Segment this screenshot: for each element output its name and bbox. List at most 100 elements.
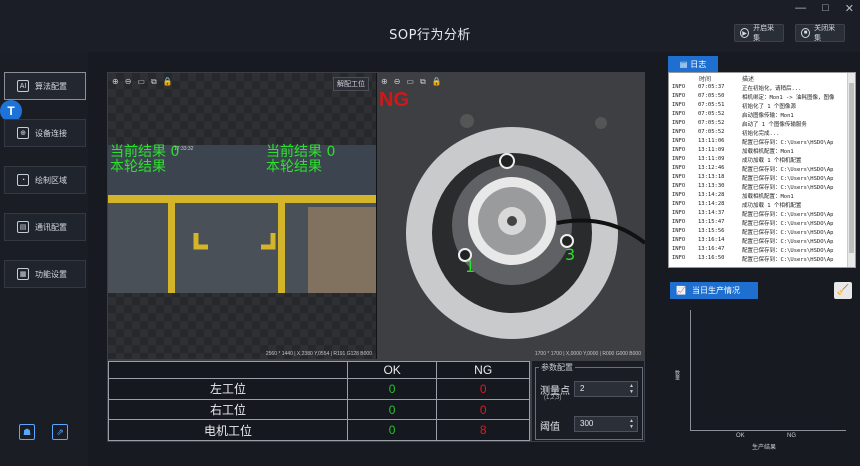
table-row: 左工位 0 0	[108, 378, 530, 400]
left-camera-status: 2560 * 1440 | X,2380 Y,0554 | R191 G128 …	[265, 351, 372, 357]
start-collect-button[interactable]: ▶ 开启采集	[734, 24, 784, 42]
sidebar-item-label: 功能设置	[35, 269, 67, 279]
log-scrollbar[interactable]	[847, 73, 855, 267]
zoom-out-icon[interactable]: ⊖	[125, 77, 132, 87]
table-row: 右工位 0 0	[108, 398, 530, 421]
right-camera-toolbar: ⊕ ⊖ ▭ ⧉ 🔒	[381, 77, 442, 87]
log-row: INFO 13:13:18 配置已保存到：C:\Users\HSDO\Ap	[672, 174, 834, 182]
ok-count: 0	[346, 398, 438, 421]
spin-arrows-icon[interactable]: ▲ ▼	[629, 383, 634, 395]
sidebar-item-algorithm[interactable]: AI 算法配置	[4, 72, 86, 100]
fit-icon[interactable]: ▭	[137, 77, 145, 87]
app-title: SOP行为分析	[389, 28, 471, 43]
grid-icon: ▦	[17, 268, 29, 280]
log-col-time: 时间	[699, 77, 712, 83]
log-row: INFO 07:05:50 相机绑定：Mon1 -> 油耗图像，图像	[672, 93, 835, 101]
zoom-in-icon[interactable]: ⊕	[381, 77, 388, 87]
log-row: INFO 13:16:50 配置已保存到：C:\Users\HSDO\Ap	[672, 255, 834, 263]
station-header	[108, 360, 348, 380]
log-row: INFO 13:15:47 配置已保存到：C:\Users\HSDO\Ap	[672, 219, 834, 227]
sidebar-item-label: 算法配置	[35, 81, 67, 91]
log-row: INFO 13:11:09 成功加载 1 个相机配置	[672, 156, 802, 164]
play-icon: ▶	[740, 28, 750, 38]
param-panel: 参数配置 测量点 (1,2,3) 2 ▲ ▼ 阈值 300 ▲ ▼	[531, 360, 645, 442]
ng-count: 0	[436, 398, 530, 421]
x-tick-ok: OK	[736, 433, 745, 439]
fit-icon[interactable]: ▭	[406, 77, 414, 87]
ok-count: 0	[346, 419, 438, 441]
log-row: INFO 07:05:52 启动了 1 个图像传输服务	[672, 120, 807, 128]
param-title: 参数配置	[539, 362, 575, 373]
x-axis	[690, 430, 846, 431]
sidebar-item-draw[interactable]: ◔ 绘制区域	[4, 166, 86, 194]
measure-point-hint: (1,2,3)	[544, 395, 562, 401]
sidebar-item-label: 绘制区域	[35, 175, 67, 185]
camera-view-right[interactable]: ⊕ ⊖ ▭ ⧉ 🔒 NG 1 3 1700 * 1700 | X,0000 Y,…	[377, 73, 645, 359]
lock-icon[interactable]: 🔒	[432, 77, 442, 87]
log-row: INFO 13:14:37 配置已保存到：C:\Users\HSDO\Ap	[672, 210, 834, 218]
ng-header: NG	[436, 360, 530, 380]
close-button[interactable]: ✕	[845, 2, 854, 15]
user-icon[interactable]: ☗	[19, 424, 35, 440]
unbind-station-button[interactable]: 解配工位	[333, 77, 369, 91]
station-name: 电机工位	[108, 419, 348, 441]
log-row: INFO 13:11:06 配置已保存到：C:\Users\HSDO\Ap	[672, 138, 834, 146]
camera-image-right	[377, 73, 645, 359]
results-table: OK NG 左工位 0 0 右工位 0 0 电机工位 0 8	[107, 360, 531, 442]
log-row: INFO 13:16:14 配置已保存到：C:\Users\HSDO\Ap	[672, 237, 834, 245]
sidebar-item-comm[interactable]: ▤ 通讯配置	[4, 213, 86, 241]
window-controls: — □ ✕	[795, 2, 854, 15]
log-list: INFO 07:05:37 正在初始化，请稍后... INFO 07:05:50 相机绑定…	[672, 84, 844, 264]
stop-collect-button[interactable]: ■ 关闭采集	[795, 24, 845, 42]
log-row: INFO 13:14:28 加载相机配置：Mon1	[672, 192, 794, 200]
threshold-stepper[interactable]: 300 ▲ ▼	[574, 416, 638, 432]
log-row: INFO 07:05:37 正在初始化，请稍后...	[672, 84, 802, 92]
clear-brush-icon[interactable]: 🧹	[834, 282, 852, 299]
table-row: 电机工位 0 8	[108, 419, 530, 441]
ai-icon: AI	[17, 80, 29, 92]
right-overlay-result: 当前结果 0 本轮结果	[266, 144, 336, 175]
x-tick-ng: NG	[787, 433, 796, 439]
log-col-desc: 描述	[742, 77, 755, 83]
maximize-button[interactable]: □	[822, 2, 829, 15]
tab-log[interactable]: ▤ 日志	[668, 56, 718, 72]
draw-icon: ◔	[17, 174, 29, 186]
snapshot-icon[interactable]: ⧉	[151, 77, 157, 87]
zoom-in-icon[interactable]: ⊕	[112, 77, 119, 87]
sidebar-item-label: 设备连接	[35, 128, 67, 138]
sidebar-item-device[interactable]: ⊕ 设备连接	[4, 119, 86, 147]
tab-production[interactable]: 📈 当日生产情况	[670, 282, 758, 299]
y-axis-label: 数量	[674, 370, 680, 380]
production-chart: 数量 OK NG 生产结果	[670, 300, 856, 462]
log-panel: 时间 描述 INFO 07:05:37 正在初始化，请稍后... INFO 07:05:…	[668, 72, 856, 268]
log-row: INFO 13:13:30 配置已保存到：C:\Users\HSDO\Ap	[672, 183, 834, 191]
threshold-label: 阈值	[540, 422, 560, 433]
external-link-icon[interactable]: ⇗	[52, 424, 68, 440]
log-icon: ▤	[679, 59, 688, 69]
snapshot-icon[interactable]: ⧉	[420, 77, 426, 87]
sidebar-item-function[interactable]: ▦ 功能设置	[4, 260, 86, 288]
minimize-button[interactable]: —	[795, 2, 806, 15]
log-row: INFO 07:05:52 初始化完成...	[672, 129, 780, 137]
log-row: INFO 13:14:28 成功加载 1 个相机配置	[672, 201, 802, 209]
log-row: INFO 13:11:09 加载相机配置：Mon1	[672, 147, 794, 155]
station-name: 右工位	[108, 398, 348, 421]
station-name: 左工位	[108, 378, 348, 400]
ng-count: 8	[436, 419, 530, 441]
chart-icon: 📈	[676, 286, 686, 295]
x-axis-label: 生产结果	[752, 445, 777, 451]
y-axis	[690, 310, 691, 430]
ng-indicator: NG	[379, 89, 409, 111]
log-row: INFO 13:12:46 配置已保存到：C:\Users\HSDO\Ap	[672, 165, 834, 173]
marker-left: 1	[465, 257, 476, 276]
lock-icon[interactable]: 🔒	[163, 77, 173, 87]
comm-icon: ▤	[17, 221, 29, 233]
spin-arrows-icon[interactable]: ▲ ▼	[629, 418, 634, 430]
marker-right: 3	[565, 245, 576, 264]
zoom-out-icon[interactable]: ⊖	[394, 77, 401, 87]
measure-point-stepper[interactable]: 2 ▲ ▼	[574, 381, 638, 397]
overlay-time: 17:33:32	[174, 146, 194, 152]
camera-view-left[interactable]: ⊕ ⊖ ▭ ⧉ 🔒 当前结果 0 本轮结果 17:33:32 当前结果 0 本轮…	[108, 73, 376, 359]
log-row: INFO 13:16:47 配置已保存到：C:\Users\HSDO\Ap	[672, 246, 834, 254]
sidebar-item-label: 通讯配置	[35, 222, 67, 232]
